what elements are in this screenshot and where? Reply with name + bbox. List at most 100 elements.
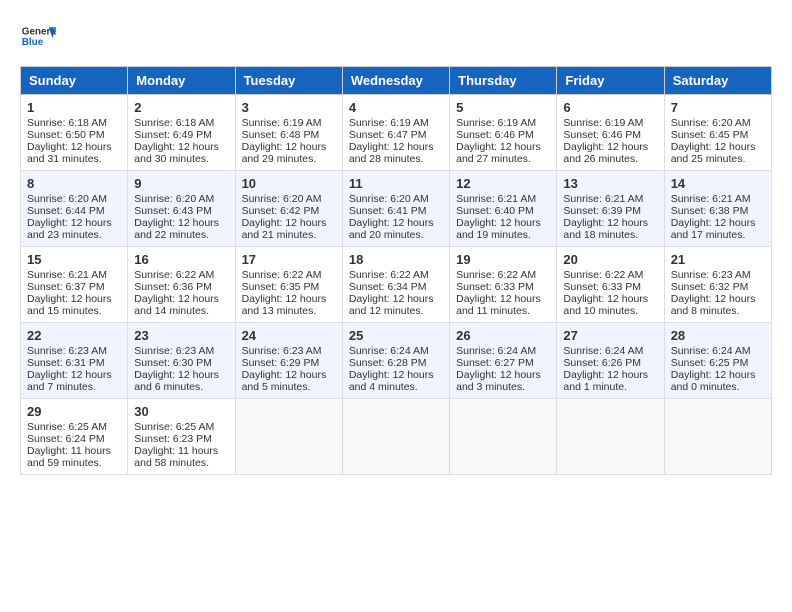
calendar-cell: 16Sunrise: 6:22 AMSunset: 6:36 PMDayligh… (128, 247, 235, 323)
daylight-label: Daylight: 12 hours (242, 217, 327, 229)
sunrise-label: Sunrise: 6:23 AM (671, 269, 751, 281)
sunset-label: Sunset: 6:34 PM (349, 281, 427, 293)
calendar-cell: 23Sunrise: 6:23 AMSunset: 6:30 PMDayligh… (128, 323, 235, 399)
day-number: 13 (563, 176, 657, 191)
sunset-label: Sunset: 6:48 PM (242, 129, 320, 141)
daylight-label: Daylight: 12 hours (563, 369, 648, 381)
daylight-label: Daylight: 12 hours (27, 141, 112, 153)
day-number: 28 (671, 328, 765, 343)
daylight-minutes: and 18 minutes. (563, 229, 638, 241)
daylight-label: Daylight: 12 hours (563, 217, 648, 229)
day-number: 17 (242, 252, 336, 267)
daylight-label: Daylight: 12 hours (242, 141, 327, 153)
daylight-minutes: and 7 minutes. (27, 381, 96, 393)
daylight-label: Daylight: 12 hours (27, 369, 112, 381)
calendar-cell: 17Sunrise: 6:22 AMSunset: 6:35 PMDayligh… (235, 247, 342, 323)
calendar-cell: 26Sunrise: 6:24 AMSunset: 6:27 PMDayligh… (450, 323, 557, 399)
daylight-minutes: and 21 minutes. (242, 229, 317, 241)
sunset-label: Sunset: 6:41 PM (349, 205, 427, 217)
sunset-label: Sunset: 6:46 PM (456, 129, 534, 141)
sunset-label: Sunset: 6:26 PM (563, 357, 641, 369)
day-number: 23 (134, 328, 228, 343)
sunrise-label: Sunrise: 6:21 AM (27, 269, 107, 281)
sunrise-label: Sunrise: 6:19 AM (242, 117, 322, 129)
calendar-cell: 20Sunrise: 6:22 AMSunset: 6:33 PMDayligh… (557, 247, 664, 323)
sunrise-label: Sunrise: 6:20 AM (671, 117, 751, 129)
calendar-cell: 6Sunrise: 6:19 AMSunset: 6:46 PMDaylight… (557, 95, 664, 171)
sunset-label: Sunset: 6:49 PM (134, 129, 212, 141)
daylight-minutes: and 23 minutes. (27, 229, 102, 241)
sunset-label: Sunset: 6:37 PM (27, 281, 105, 293)
daylight-label: Daylight: 12 hours (27, 293, 112, 305)
day-number: 24 (242, 328, 336, 343)
daylight-minutes: and 8 minutes. (671, 305, 740, 317)
sunset-label: Sunset: 6:44 PM (27, 205, 105, 217)
daylight-minutes: and 20 minutes. (349, 229, 424, 241)
calendar-cell (342, 399, 449, 475)
day-number: 6 (563, 100, 657, 115)
calendar-cell: 1Sunrise: 6:18 AMSunset: 6:50 PMDaylight… (21, 95, 128, 171)
sunset-label: Sunset: 6:33 PM (563, 281, 641, 293)
calendar-cell: 30Sunrise: 6:25 AMSunset: 6:23 PMDayligh… (128, 399, 235, 475)
day-number: 14 (671, 176, 765, 191)
sunset-label: Sunset: 6:32 PM (671, 281, 749, 293)
sunset-label: Sunset: 6:28 PM (349, 357, 427, 369)
sunrise-label: Sunrise: 6:19 AM (349, 117, 429, 129)
sunrise-label: Sunrise: 6:20 AM (27, 193, 107, 205)
day-number: 30 (134, 404, 228, 419)
calendar-cell: 9Sunrise: 6:20 AMSunset: 6:43 PMDaylight… (128, 171, 235, 247)
day-number: 19 (456, 252, 550, 267)
day-number: 21 (671, 252, 765, 267)
day-number: 4 (349, 100, 443, 115)
day-number: 11 (349, 176, 443, 191)
calendar-cell: 18Sunrise: 6:22 AMSunset: 6:34 PMDayligh… (342, 247, 449, 323)
daylight-label: Daylight: 11 hours (134, 445, 218, 457)
header-sunday: Sunday (21, 67, 128, 95)
calendar-cell: 27Sunrise: 6:24 AMSunset: 6:26 PMDayligh… (557, 323, 664, 399)
day-number: 8 (27, 176, 121, 191)
day-number: 15 (27, 252, 121, 267)
sunset-label: Sunset: 6:25 PM (671, 357, 749, 369)
calendar-cell: 15 Sunrise: 6:21 AMSunset: 6:37 PMDayligh… (21, 247, 128, 323)
sunrise-label: Sunrise: 6:20 AM (349, 193, 429, 205)
header-monday: Monday (128, 67, 235, 95)
sunset-label: Sunset: 6:39 PM (563, 205, 641, 217)
calendar-cell: 8 Sunrise: 6:20 AMSunset: 6:44 PMDaylight… (21, 171, 128, 247)
sunset-label: Sunset: 6:29 PM (242, 357, 320, 369)
header-saturday: Saturday (664, 67, 771, 95)
daylight-label: Daylight: 12 hours (27, 217, 112, 229)
sunrise-label: Sunrise: 6:25 AM (134, 421, 214, 433)
calendar-cell: 13Sunrise: 6:21 AMSunset: 6:39 PMDayligh… (557, 171, 664, 247)
daylight-label: Daylight: 12 hours (671, 141, 756, 153)
sunrise-label: Sunrise: 6:23 AM (242, 345, 322, 357)
day-number: 27 (563, 328, 657, 343)
sunrise-label: Sunrise: 6:24 AM (671, 345, 751, 357)
daylight-minutes: and 27 minutes. (456, 153, 531, 165)
sunset-label: Sunset: 6:40 PM (456, 205, 534, 217)
daylight-label: Daylight: 12 hours (349, 369, 434, 381)
sunset-label: Sunset: 6:35 PM (242, 281, 320, 293)
daylight-minutes: and 30 minutes. (134, 153, 209, 165)
calendar-cell: 11 Sunrise: 6:20 AMSunset: 6:41 PMDayligh… (342, 171, 449, 247)
calendar-cell: 19Sunrise: 6:22 AMSunset: 6:33 PMDayligh… (450, 247, 557, 323)
daylight-label: Daylight: 12 hours (671, 369, 756, 381)
daylight-minutes: and 10 minutes. (563, 305, 638, 317)
page-header: General Blue (20, 20, 772, 56)
calendar-cell (235, 399, 342, 475)
calendar-cell: 12Sunrise: 6:21 AMSunset: 6:40 PMDayligh… (450, 171, 557, 247)
day-number: 1 (27, 100, 121, 115)
daylight-minutes: and 22 minutes. (134, 229, 209, 241)
daylight-label: Daylight: 12 hours (349, 217, 434, 229)
day-number: 29 (27, 404, 121, 419)
sunset-label: Sunset: 6:43 PM (134, 205, 212, 217)
sunrise-label: Sunrise: 6:23 AM (134, 345, 214, 357)
day-number: 25 (349, 328, 443, 343)
day-number: 5 (456, 100, 550, 115)
day-number: 12 (456, 176, 550, 191)
daylight-minutes: and 14 minutes. (134, 305, 209, 317)
sunrise-label: Sunrise: 6:22 AM (134, 269, 214, 281)
sunset-label: Sunset: 6:33 PM (456, 281, 534, 293)
sunrise-label: Sunrise: 6:21 AM (456, 193, 536, 205)
sunset-label: Sunset: 6:24 PM (27, 433, 105, 445)
header-wednesday: Wednesday (342, 67, 449, 95)
